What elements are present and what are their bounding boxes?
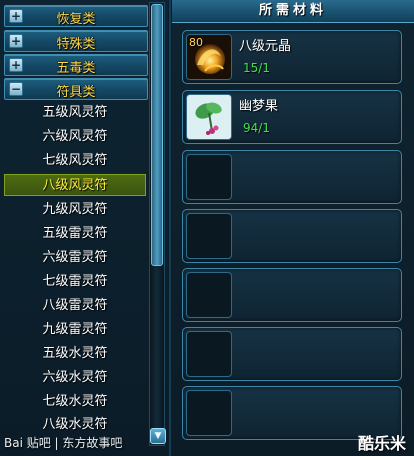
- recipe-item[interactable]: 九级雷灵符: [4, 319, 146, 341]
- category-label: 特殊类: [56, 37, 96, 52]
- material-slot-empty[interactable]: [182, 209, 402, 263]
- empty-icon-frame: [186, 213, 232, 259]
- watermark-site: 酷乐米: [357, 434, 406, 453]
- material-name: 幽梦果: [239, 99, 279, 114]
- category-label: 符具类: [56, 85, 96, 100]
- category-label: 五毒类: [56, 61, 96, 76]
- recipe-item[interactable]: 七级雷灵符: [4, 271, 146, 293]
- material-slot[interactable]: 幽梦果 94/1: [182, 90, 402, 144]
- recipe-item-selected[interactable]: 八级风灵符: [4, 174, 146, 196]
- recipe-item[interactable]: 九级风灵符: [4, 199, 146, 221]
- category-panel: + 恢复类 + 特殊类 + 五毒类 − 符具类 五级风灵符 六级风灵符 七级风灵…: [0, 0, 168, 456]
- recipe-item[interactable]: 五级风灵符: [4, 102, 146, 124]
- material-slot-empty[interactable]: [182, 150, 402, 204]
- recipe-item[interactable]: 六级水灵符: [4, 367, 146, 389]
- materials-title: 所需材料: [172, 0, 414, 23]
- gold-crystal-icon: 80: [186, 34, 232, 80]
- recipe-item[interactable]: 五级水灵符: [4, 343, 146, 365]
- category-recovery[interactable]: + 恢复类: [4, 5, 148, 27]
- recipe-item[interactable]: 五级雷灵符: [4, 223, 146, 245]
- category-talisman[interactable]: − 符具类: [4, 78, 148, 100]
- herb-fruit-icon: [186, 94, 232, 140]
- material-slot-empty[interactable]: [182, 268, 402, 322]
- recipe-item[interactable]: 八级雷灵符: [4, 295, 146, 317]
- material-slot[interactable]: 80 八级元晶 15/1: [182, 30, 402, 84]
- materials-panel: 所需材料 80 八级元晶 15/1 幽梦果 94/1: [172, 0, 414, 456]
- empty-icon-frame: [186, 331, 232, 377]
- empty-icon-frame: [186, 154, 232, 200]
- scroll-down-button[interactable]: ▼: [150, 428, 166, 444]
- material-count: 94/1: [243, 121, 270, 135]
- recipe-item[interactable]: 八级水灵符: [4, 414, 146, 436]
- empty-icon-frame: [186, 272, 232, 318]
- recipe-item[interactable]: 七级水灵符: [4, 391, 146, 413]
- material-slot-empty[interactable]: [182, 327, 402, 381]
- watermark-baidu: Bai 贴吧 | 东方故事吧: [4, 436, 123, 450]
- material-name: 八级元晶: [239, 39, 292, 54]
- recipe-item[interactable]: 六级雷灵符: [4, 247, 146, 269]
- material-count: 15/1: [243, 61, 270, 75]
- empty-icon-frame: [186, 390, 232, 436]
- category-special[interactable]: + 特殊类: [4, 30, 148, 52]
- recipe-item[interactable]: 六级风灵符: [4, 126, 146, 148]
- recipe-item[interactable]: 七级风灵符: [4, 150, 146, 172]
- category-label: 恢复类: [56, 12, 96, 27]
- scrollbar-thumb[interactable]: [151, 4, 163, 266]
- category-poison[interactable]: + 五毒类: [4, 54, 148, 76]
- item-level: 80: [189, 36, 203, 49]
